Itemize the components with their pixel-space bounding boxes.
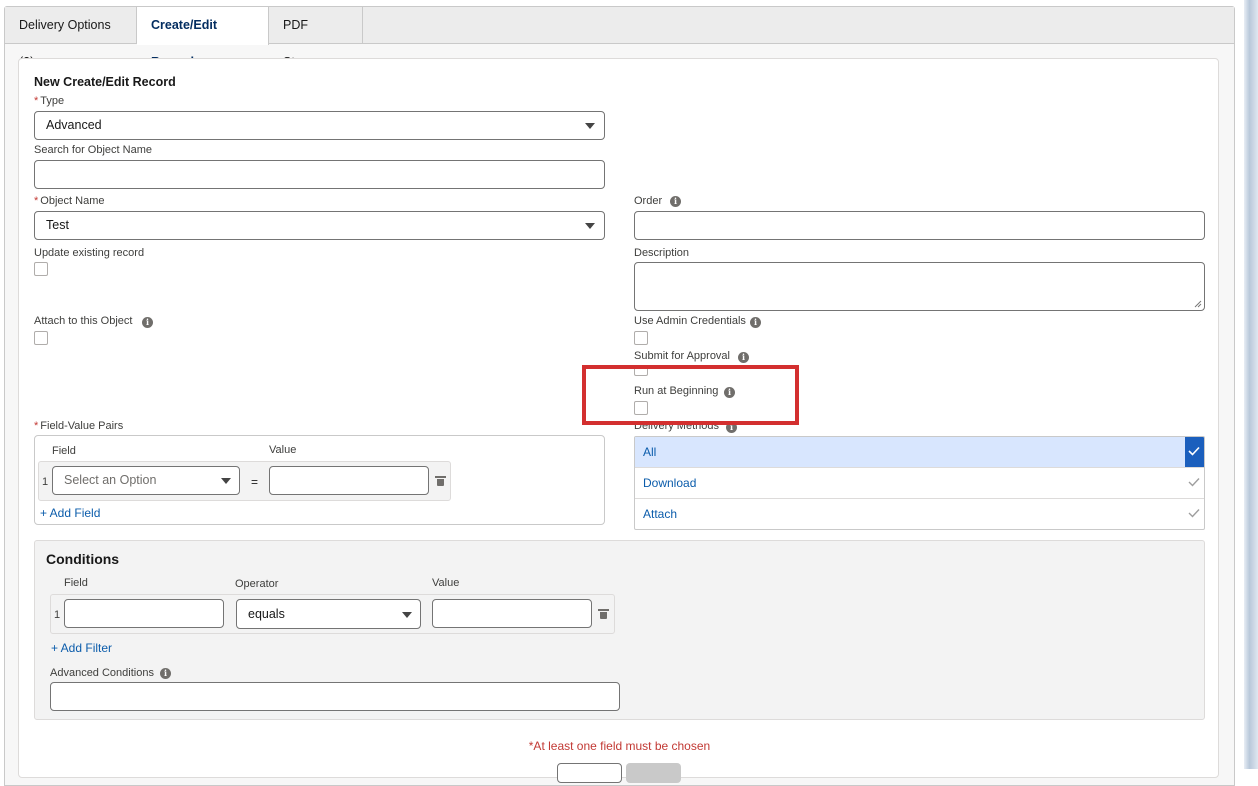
field-value-pairs-label: * Field-Value Pairs xyxy=(34,420,124,432)
field-select[interactable]: Select an Option xyxy=(52,466,240,495)
field-value-pairs-box: Field Value 1 Select an Option = + Add F… xyxy=(34,435,605,525)
error-message: *At least one field must be chosen xyxy=(528,739,711,753)
attach-object-label: Attach to this Object xyxy=(34,315,133,327)
chevron-down-icon xyxy=(585,223,595,229)
add-field-link[interactable]: + Add Field xyxy=(40,506,100,520)
conditions-operator-header: Operator xyxy=(235,578,279,590)
search-object-label: Search for Object Name xyxy=(34,144,152,156)
info-icon[interactable]: i xyxy=(142,317,153,328)
delivery-option-attach[interactable]: Attach xyxy=(635,499,1204,529)
condition-row: 1 equals xyxy=(50,594,615,634)
info-icon[interactable]: i xyxy=(670,196,681,207)
conditions-field-header: Field xyxy=(64,577,88,589)
cancel-button[interactable] xyxy=(557,763,622,783)
condition-value-input[interactable] xyxy=(432,599,592,628)
equals-sign: = xyxy=(251,475,259,489)
add-filter-link[interactable]: + Add Filter xyxy=(51,641,112,655)
trash-icon[interactable] xyxy=(598,609,609,619)
type-select-value: Advanced xyxy=(46,118,102,132)
background-desktop-strip xyxy=(1244,0,1258,769)
tab-delivery-options[interactable]: Delivery Options (2) xyxy=(5,7,137,69)
update-existing-label: Update existing record xyxy=(34,247,145,259)
operator-select[interactable]: equals xyxy=(236,599,421,629)
chevron-down-icon xyxy=(221,478,231,484)
attach-object-checkbox[interactable] xyxy=(34,331,48,345)
tab-bar: Delivery Options (2) Create/Edit Record … xyxy=(5,7,1234,69)
form-title: New Create/Edit Record xyxy=(34,75,176,89)
description-textarea[interactable] xyxy=(634,262,1205,311)
object-name-select[interactable]: Test xyxy=(34,211,605,240)
conditions-value-header: Value xyxy=(432,577,460,589)
order-label: Order xyxy=(634,195,663,207)
advanced-conditions-input[interactable] xyxy=(50,682,620,711)
check-icon xyxy=(1185,437,1204,467)
row-index: 1 xyxy=(42,476,49,488)
object-name-label: * Object Name xyxy=(34,195,105,207)
description-label: Description xyxy=(634,247,690,259)
delivery-methods-list: All Download Attach xyxy=(634,436,1205,530)
tab-create-edit-record[interactable]: Create/Edit Record xyxy=(137,7,269,69)
order-input[interactable] xyxy=(634,211,1205,240)
save-button[interactable] xyxy=(626,763,681,783)
field-header: Field xyxy=(52,445,76,457)
conditions-title: Conditions xyxy=(46,551,120,567)
conditions-panel: Conditions Field Operator Value 1 equals… xyxy=(34,540,1205,720)
advanced-conditions-label: Advanced Conditions xyxy=(50,667,154,679)
trash-icon[interactable] xyxy=(435,476,446,486)
type-label: * Type xyxy=(34,95,65,107)
submit-approval-label: Submit for Approval xyxy=(634,350,730,362)
operator-select-value: equals xyxy=(248,607,285,621)
info-icon[interactable]: i xyxy=(750,317,761,328)
check-icon xyxy=(1185,468,1204,498)
use-admin-checkbox[interactable] xyxy=(634,331,648,345)
resize-handle-icon[interactable] xyxy=(1194,300,1202,308)
annotation-highlight-box xyxy=(582,365,799,425)
value-header: Value xyxy=(269,444,297,456)
object-name-value: Test xyxy=(46,218,69,232)
condition-field-input[interactable] xyxy=(64,599,224,628)
delivery-option-download[interactable]: Download xyxy=(635,468,1204,499)
use-admin-label: Use Admin Credentials xyxy=(634,315,746,327)
update-existing-checkbox[interactable] xyxy=(34,262,48,276)
delivery-option-all[interactable]: All xyxy=(635,437,1204,468)
chevron-down-icon xyxy=(585,123,595,129)
info-icon[interactable]: i xyxy=(738,352,749,363)
field-value-row: 1 Select an Option = xyxy=(38,461,451,501)
row-index: 1 xyxy=(54,609,61,621)
info-icon[interactable]: i xyxy=(160,668,171,679)
field-select-placeholder: Select an Option xyxy=(64,473,157,487)
search-object-input[interactable] xyxy=(34,160,605,189)
type-select[interactable]: Advanced xyxy=(34,111,605,140)
check-icon xyxy=(1185,499,1204,529)
tab-pdf-stamps[interactable]: PDF Stamps xyxy=(269,7,363,69)
value-input[interactable] xyxy=(269,466,429,495)
chevron-down-icon xyxy=(402,612,412,618)
